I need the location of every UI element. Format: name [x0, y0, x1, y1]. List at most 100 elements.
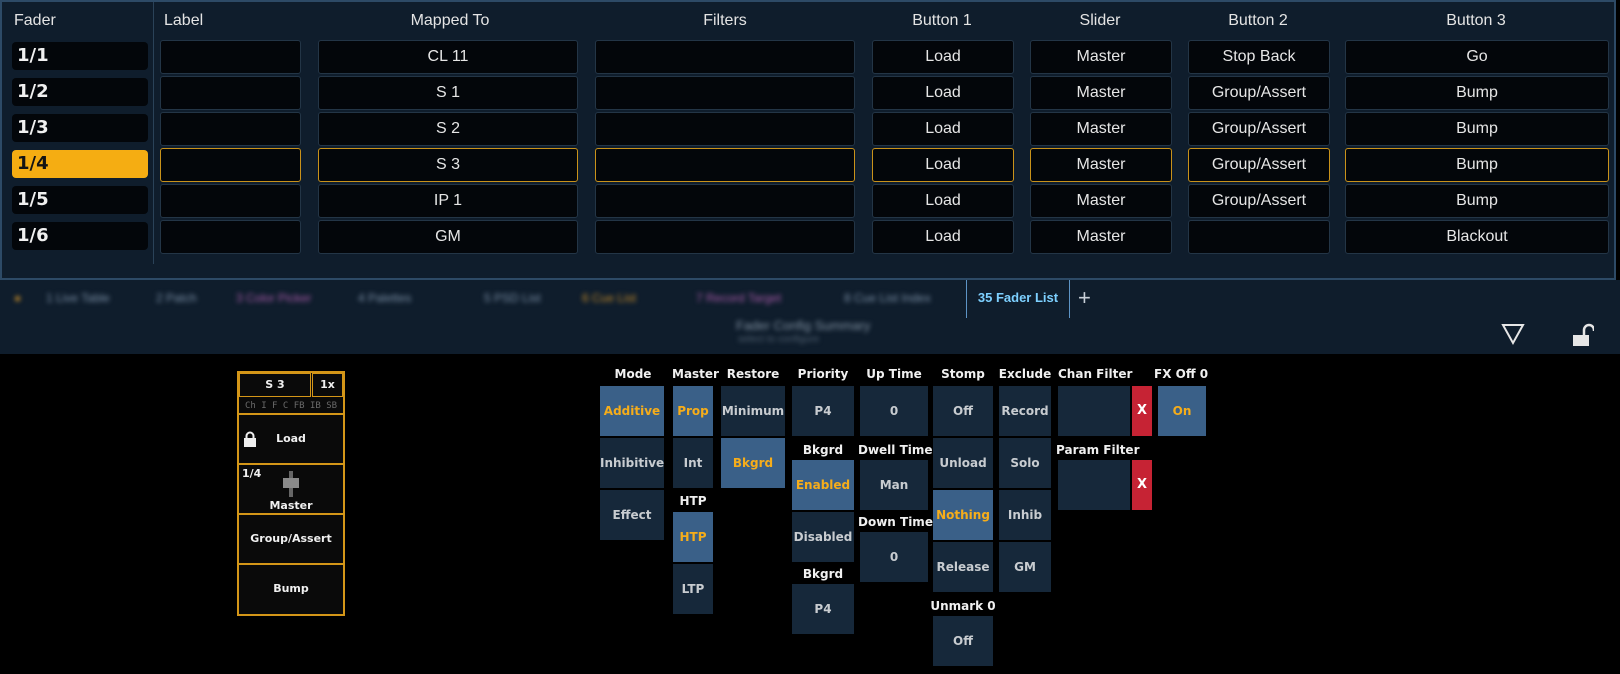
fx-off-button[interactable]: On: [1158, 386, 1206, 436]
slider-cell[interactable]: Master: [1030, 184, 1172, 218]
button3-cell[interactable]: Bump: [1345, 76, 1609, 110]
restore-minimum-button[interactable]: Minimum: [721, 386, 785, 436]
filters-cell[interactable]: [595, 112, 855, 146]
filters-cell[interactable]: [595, 76, 855, 110]
button1-cell[interactable]: Load: [872, 40, 1014, 74]
slider-cell[interactable]: Master: [1030, 220, 1172, 254]
label-cell[interactable]: [160, 184, 301, 218]
param-filter-field[interactable]: [1058, 460, 1130, 510]
fader-number[interactable]: 1/3: [12, 114, 148, 142]
up-time-button[interactable]: 0: [860, 386, 928, 436]
exclude-gm-button[interactable]: GM: [999, 542, 1051, 592]
mode-additive-button[interactable]: Additive: [600, 386, 664, 436]
label-cell[interactable]: [160, 148, 301, 182]
tab-blurred[interactable]: 3 Color Picker: [236, 286, 311, 310]
button3-cell[interactable]: Bump: [1345, 148, 1609, 182]
tab-fader-list[interactable]: 35 Fader List: [966, 280, 1070, 318]
stomp-release-button[interactable]: Release: [933, 542, 993, 592]
preview-channel-icons: Ch I F C FB IB SB: [244, 401, 338, 411]
button3-cell[interactable]: Go: [1345, 40, 1609, 74]
tab-blurred[interactable]: 4 Palettes: [358, 286, 411, 310]
slider-cell[interactable]: Master: [1030, 40, 1172, 74]
button1-cell[interactable]: Load: [872, 148, 1014, 182]
mode-inhibitive-button[interactable]: Inhibitive: [600, 438, 664, 488]
button1-cell[interactable]: Load: [872, 220, 1014, 254]
dwell-time-button[interactable]: Man: [860, 460, 928, 510]
stomp-off-button[interactable]: Off: [933, 386, 993, 436]
button2-cell[interactable]: Group/Assert: [1188, 148, 1330, 182]
slider-handle[interactable]: [283, 478, 299, 488]
fader-number[interactable]: 1/5: [12, 186, 148, 214]
button2-cell[interactable]: Group/Assert: [1188, 184, 1330, 218]
slider-cell[interactable]: Master: [1030, 148, 1172, 182]
bkgrd-enabled-button[interactable]: Enabled: [792, 460, 854, 510]
fader-number[interactable]: 1/4: [12, 150, 148, 178]
stomp-unload-button[interactable]: Unload: [933, 438, 993, 488]
preview-button2[interactable]: Group/Assert: [239, 513, 343, 563]
button2-cell[interactable]: Group/Assert: [1188, 76, 1330, 110]
col-header-slider: Slider: [1079, 12, 1121, 29]
master-prop-button[interactable]: Prop: [673, 386, 713, 436]
preview-button1[interactable]: Load: [239, 413, 343, 463]
home-tab-icon[interactable]: ●: [14, 286, 21, 310]
button1-cell[interactable]: Load: [872, 184, 1014, 218]
slider-cell[interactable]: Master: [1030, 112, 1172, 146]
chan-filter-clear-button[interactable]: X: [1132, 386, 1152, 436]
stomp-nothing-button[interactable]: Nothing: [933, 490, 993, 540]
preview-button3[interactable]: Bump: [239, 563, 343, 613]
param-filter-clear-button[interactable]: X: [1132, 460, 1152, 510]
preview-slider[interactable]: 1/4 Master: [239, 463, 343, 513]
filters-cell[interactable]: [595, 220, 855, 254]
bkgrd-priority-button[interactable]: P4: [792, 584, 854, 634]
fader-number[interactable]: 1/1: [12, 42, 148, 70]
mapped-to-cell[interactable]: IP 1: [318, 184, 578, 218]
exclude-inhib-button[interactable]: Inhib: [999, 490, 1051, 540]
button3-cell[interactable]: Bump: [1345, 112, 1609, 146]
unlocked-icon[interactable]: [1570, 322, 1594, 348]
tab-blurred[interactable]: 7 Record Target: [696, 286, 781, 310]
down-time-button[interactable]: 0: [860, 532, 928, 582]
mapped-to-cell[interactable]: CL 11: [318, 40, 578, 74]
filters-cell[interactable]: [595, 148, 855, 182]
add-tab-button[interactable]: +: [1078, 283, 1091, 313]
stomp-header: Stomp: [941, 367, 985, 381]
mapped-to-cell[interactable]: S 3: [318, 148, 578, 182]
tab-blurred[interactable]: 5 PSD List: [484, 286, 541, 310]
fader-number[interactable]: 1/6: [12, 222, 148, 250]
button3-cell[interactable]: Bump: [1345, 184, 1609, 218]
bkgrd-disabled-button[interactable]: Disabled: [792, 512, 854, 562]
restore-bkgrd-button[interactable]: Bkgrd: [721, 438, 785, 488]
filters-cell[interactable]: [595, 40, 855, 74]
priority-button[interactable]: P4: [792, 386, 854, 436]
fader-number[interactable]: 1/2: [12, 78, 148, 106]
exclude-solo-button[interactable]: Solo: [999, 438, 1051, 488]
ltp-button[interactable]: LTP: [673, 564, 713, 614]
button2-cell[interactable]: Stop Back: [1188, 40, 1330, 74]
filters-cell[interactable]: [595, 184, 855, 218]
tab-blurred[interactable]: 6 Cue List: [582, 286, 636, 310]
col-header-fader: Fader: [14, 12, 56, 29]
button1-cell[interactable]: Load: [872, 76, 1014, 110]
label-cell[interactable]: [160, 40, 301, 74]
mapped-to-cell[interactable]: GM: [318, 220, 578, 254]
label-cell[interactable]: [160, 112, 301, 146]
unmark-button[interactable]: Off: [933, 616, 993, 666]
exclude-record-button[interactable]: Record: [999, 386, 1051, 436]
filter-icon[interactable]: [1500, 322, 1526, 346]
button1-cell[interactable]: Load: [872, 112, 1014, 146]
mapped-to-cell[interactable]: S 2: [318, 112, 578, 146]
mapped-to-cell[interactable]: S 1: [318, 76, 578, 110]
button2-cell[interactable]: Group/Assert: [1188, 112, 1330, 146]
slider-cell[interactable]: Master: [1030, 76, 1172, 110]
label-cell[interactable]: [160, 220, 301, 254]
button2-cell[interactable]: [1188, 220, 1330, 254]
mode-effect-button[interactable]: Effect: [600, 490, 664, 540]
tab-blurred[interactable]: 1 Live Table: [46, 286, 110, 310]
tab-blurred[interactable]: 2 Patch: [156, 286, 197, 310]
chan-filter-field[interactable]: [1058, 386, 1130, 436]
master-int-button[interactable]: Int: [673, 438, 713, 488]
htp-button[interactable]: HTP: [673, 512, 713, 562]
label-cell[interactable]: [160, 76, 301, 110]
tab-blurred[interactable]: 8 Cue List Index: [844, 286, 931, 310]
button3-cell[interactable]: Blackout: [1345, 220, 1609, 254]
